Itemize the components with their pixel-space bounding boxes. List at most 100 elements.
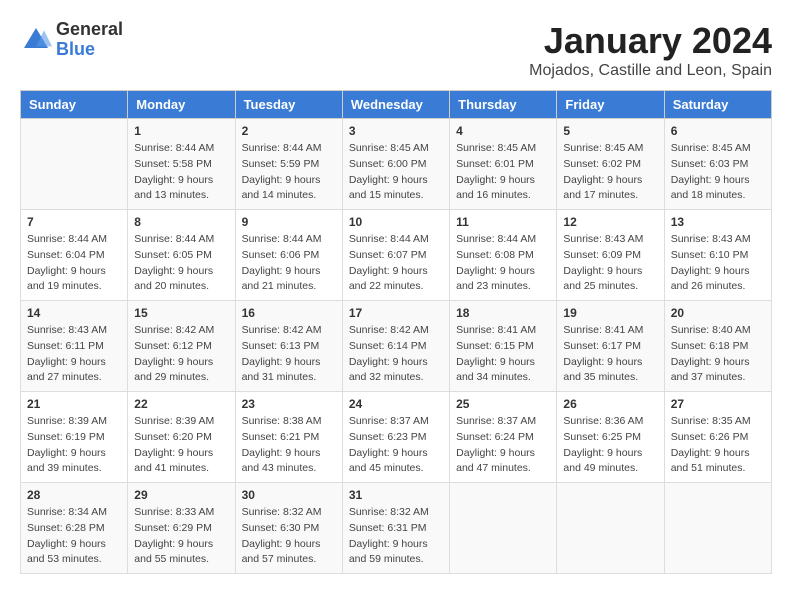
day-info: Sunrise: 8:44 AM Sunset: 6:07 PM Dayligh… [349,232,443,295]
calendar-cell: 21 Sunrise: 8:39 AM Sunset: 6:19 PM Dayli… [21,392,128,483]
day-number: 1 [134,124,228,138]
week-row-3: 14 Sunrise: 8:43 AM Sunset: 6:11 PM Dayli… [21,301,772,392]
calendar-cell: 3 Sunrise: 8:45 AM Sunset: 6:00 PM Daylig… [342,119,449,210]
day-number: 17 [349,306,443,320]
calendar-cell [557,483,664,574]
calendar-cell: 20Sunrise: 8:40 AM Sunset: 6:18 PM Dayli… [664,301,771,392]
week-row-1: 1Sunrise: 8:44 AM Sunset: 5:58 PM Daylig… [21,119,772,210]
day-number: 5 [563,124,657,138]
calendar-cell: 24 Sunrise: 8:37 AM Sunset: 6:23 PM Dayli… [342,392,449,483]
day-info: Sunrise: 8:41 AM Sunset: 6:15 PM Dayligh… [456,323,550,386]
day-number: 31 [349,488,443,502]
day-info: Sunrise: 8:32 AM Sunset: 6:31 PM Dayligh… [349,505,443,568]
month-year-title: January 2024 [529,20,772,62]
day-info: Sunrise: 8:37 AM Sunset: 6:23 PM Dayligh… [349,414,443,477]
day-number: 3 [349,124,443,138]
calendar-cell: 6Sunrise: 8:45 AM Sunset: 6:03 PM Daylig… [664,119,771,210]
day-info: Sunrise: 8:34 AM Sunset: 6:28 PM Dayligh… [27,505,121,568]
day-number: 28 [27,488,121,502]
day-number: 26 [563,397,657,411]
calendar-cell: 23 Sunrise: 8:38 AM Sunset: 6:21 PM Dayli… [235,392,342,483]
day-number: 25 [456,397,550,411]
day-info: Sunrise: 8:45 AM Sunset: 6:02 PM Dayligh… [563,141,657,204]
page-header: General Blue January 2024 Mojados, Casti… [20,20,772,80]
calendar-cell: 27Sunrise: 8:35 AM Sunset: 6:26 PM Dayli… [664,392,771,483]
day-info: Sunrise: 8:40 AM Sunset: 6:18 PM Dayligh… [671,323,765,386]
day-info: Sunrise: 8:35 AM Sunset: 6:26 PM Dayligh… [671,414,765,477]
day-info: Sunrise: 8:41 AM Sunset: 6:17 PM Dayligh… [563,323,657,386]
calendar-cell: 19 Sunrise: 8:41 AM Sunset: 6:17 PM Dayli… [557,301,664,392]
calendar-cell [664,483,771,574]
day-info: Sunrise: 8:43 AM Sunset: 6:11 PM Dayligh… [27,323,121,386]
calendar-cell: 8Sunrise: 8:44 AM Sunset: 6:05 PM Daylig… [128,210,235,301]
header-cell-sunday: Sunday [21,91,128,119]
header-cell-saturday: Saturday [664,91,771,119]
day-number: 23 [242,397,336,411]
calendar-cell: 28 Sunrise: 8:34 AM Sunset: 6:28 PM Dayli… [21,483,128,574]
calendar-cell [21,119,128,210]
day-info: Sunrise: 8:44 AM Sunset: 6:04 PM Dayligh… [27,232,121,295]
calendar-cell: 16 Sunrise: 8:42 AM Sunset: 6:13 PM Dayli… [235,301,342,392]
logo-text: General Blue [56,20,123,60]
day-number: 4 [456,124,550,138]
day-info: Sunrise: 8:39 AM Sunset: 6:20 PM Dayligh… [134,414,228,477]
day-info: Sunrise: 8:45 AM Sunset: 6:00 PM Dayligh… [349,141,443,204]
calendar-cell: 26 Sunrise: 8:36 AM Sunset: 6:25 PM Dayli… [557,392,664,483]
day-number: 15 [134,306,228,320]
day-number: 14 [27,306,121,320]
calendar-cell: 4Sunrise: 8:45 AM Sunset: 6:01 PM Daylig… [450,119,557,210]
day-info: Sunrise: 8:45 AM Sunset: 6:03 PM Dayligh… [671,141,765,204]
calendar-cell: 5 Sunrise: 8:45 AM Sunset: 6:02 PM Daylig… [557,119,664,210]
day-info: Sunrise: 8:44 AM Sunset: 6:06 PM Dayligh… [242,232,336,295]
day-number: 21 [27,397,121,411]
location-subtitle: Mojados, Castille and Leon, Spain [529,62,772,80]
calendar-cell: 12 Sunrise: 8:43 AM Sunset: 6:09 PM Dayli… [557,210,664,301]
day-number: 22 [134,397,228,411]
day-number: 12 [563,215,657,229]
day-info: Sunrise: 8:36 AM Sunset: 6:25 PM Dayligh… [563,414,657,477]
day-number: 9 [242,215,336,229]
calendar-cell: 15Sunrise: 8:42 AM Sunset: 6:12 PM Dayli… [128,301,235,392]
day-info: Sunrise: 8:38 AM Sunset: 6:21 PM Dayligh… [242,414,336,477]
header-cell-thursday: Thursday [450,91,557,119]
calendar-header: SundayMondayTuesdayWednesdayThursdayFrid… [21,91,772,119]
day-info: Sunrise: 8:37 AM Sunset: 6:24 PM Dayligh… [456,414,550,477]
header-cell-monday: Monday [128,91,235,119]
day-info: Sunrise: 8:43 AM Sunset: 6:10 PM Dayligh… [671,232,765,295]
title-area: January 2024 Mojados, Castille and Leon,… [529,20,772,80]
day-number: 19 [563,306,657,320]
day-info: Sunrise: 8:42 AM Sunset: 6:14 PM Dayligh… [349,323,443,386]
day-info: Sunrise: 8:44 AM Sunset: 6:08 PM Dayligh… [456,232,550,295]
day-number: 7 [27,215,121,229]
day-number: 16 [242,306,336,320]
calendar-cell: 22 Sunrise: 8:39 AM Sunset: 6:20 PM Dayli… [128,392,235,483]
day-number: 13 [671,215,765,229]
calendar-cell: 7 Sunrise: 8:44 AM Sunset: 6:04 PM Daylig… [21,210,128,301]
week-row-4: 21 Sunrise: 8:39 AM Sunset: 6:19 PM Dayli… [21,392,772,483]
day-info: Sunrise: 8:33 AM Sunset: 6:29 PM Dayligh… [134,505,228,568]
calendar-cell: 30 Sunrise: 8:32 AM Sunset: 6:30 PM Dayli… [235,483,342,574]
calendar-cell: 18 Sunrise: 8:41 AM Sunset: 6:15 PM Dayli… [450,301,557,392]
calendar-cell: 25 Sunrise: 8:37 AM Sunset: 6:24 PM Dayli… [450,392,557,483]
day-number: 2 [242,124,336,138]
day-number: 10 [349,215,443,229]
day-info: Sunrise: 8:43 AM Sunset: 6:09 PM Dayligh… [563,232,657,295]
day-info: Sunrise: 8:42 AM Sunset: 6:13 PM Dayligh… [242,323,336,386]
calendar-cell: 11Sunrise: 8:44 AM Sunset: 6:08 PM Dayli… [450,210,557,301]
calendar-table: SundayMondayTuesdayWednesdayThursdayFrid… [20,90,772,574]
day-info: Sunrise: 8:32 AM Sunset: 6:30 PM Dayligh… [242,505,336,568]
day-number: 24 [349,397,443,411]
day-number: 30 [242,488,336,502]
calendar-cell: 17 Sunrise: 8:42 AM Sunset: 6:14 PM Dayli… [342,301,449,392]
calendar-cell: 14 Sunrise: 8:43 AM Sunset: 6:11 PM Dayli… [21,301,128,392]
header-cell-friday: Friday [557,91,664,119]
day-number: 18 [456,306,550,320]
day-info: Sunrise: 8:39 AM Sunset: 6:19 PM Dayligh… [27,414,121,477]
calendar-cell: 2 Sunrise: 8:44 AM Sunset: 5:59 PM Daylig… [235,119,342,210]
day-info: Sunrise: 8:44 AM Sunset: 5:59 PM Dayligh… [242,141,336,204]
calendar-cell: 10 Sunrise: 8:44 AM Sunset: 6:07 PM Dayli… [342,210,449,301]
logo-icon [20,24,52,56]
calendar-cell: 29Sunrise: 8:33 AM Sunset: 6:29 PM Dayli… [128,483,235,574]
calendar-cell: 9 Sunrise: 8:44 AM Sunset: 6:06 PM Daylig… [235,210,342,301]
header-cell-tuesday: Tuesday [235,91,342,119]
